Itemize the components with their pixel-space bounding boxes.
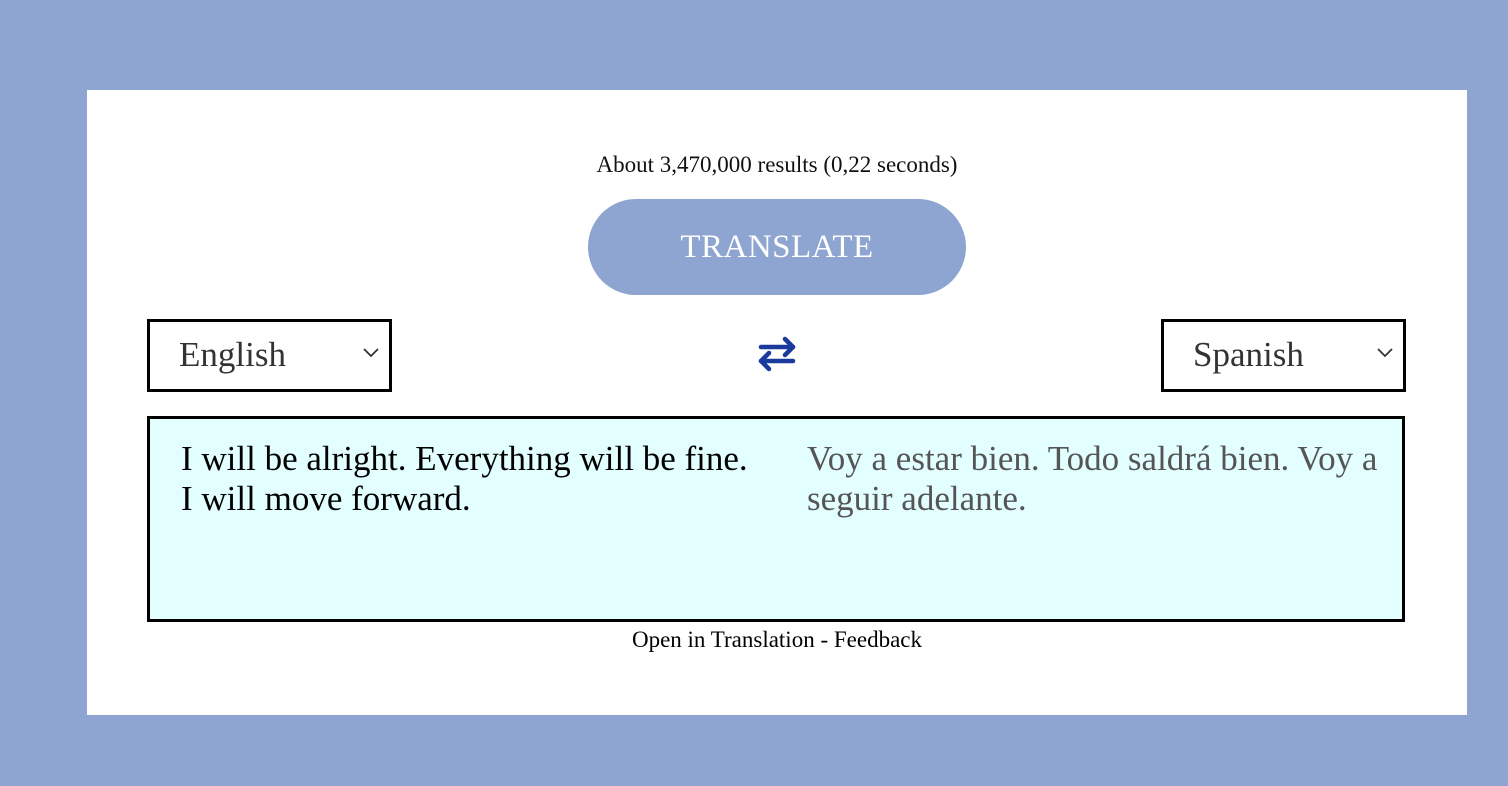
target-language-select[interactable]: Spanish xyxy=(1161,319,1406,392)
chevron-down-icon xyxy=(363,348,379,358)
feedback-link[interactable]: Feedback xyxy=(834,627,922,652)
swap-arrows-icon[interactable] xyxy=(755,336,799,372)
open-in-translation-link[interactable]: Open in Translation xyxy=(632,627,815,652)
source-language-select[interactable]: English xyxy=(147,319,392,392)
translate-button[interactable]: TRANSLATE xyxy=(588,199,966,295)
chevron-down-icon xyxy=(1377,348,1393,358)
source-text: I will be alright. Everything will be fi… xyxy=(181,439,748,518)
results-count: About 3,470,000 results (0,22 seconds) xyxy=(596,152,958,177)
translated-text-area: Voy a estar bien. Todo saldrá bien. Voy … xyxy=(776,416,1405,622)
translated-text: Voy a estar bien. Todo saldrá bien. Voy … xyxy=(807,439,1378,518)
source-language-label: English xyxy=(179,335,286,374)
target-language-label: Spanish xyxy=(1193,335,1304,374)
source-text-area[interactable]: I will be alright. Everything will be fi… xyxy=(147,416,779,622)
translation-card: About 3,470,000 results (0,22 seconds) T… xyxy=(87,90,1467,715)
footer-links: Open in Translation - Feedback xyxy=(87,625,1467,655)
footer-separator: - xyxy=(814,627,834,652)
